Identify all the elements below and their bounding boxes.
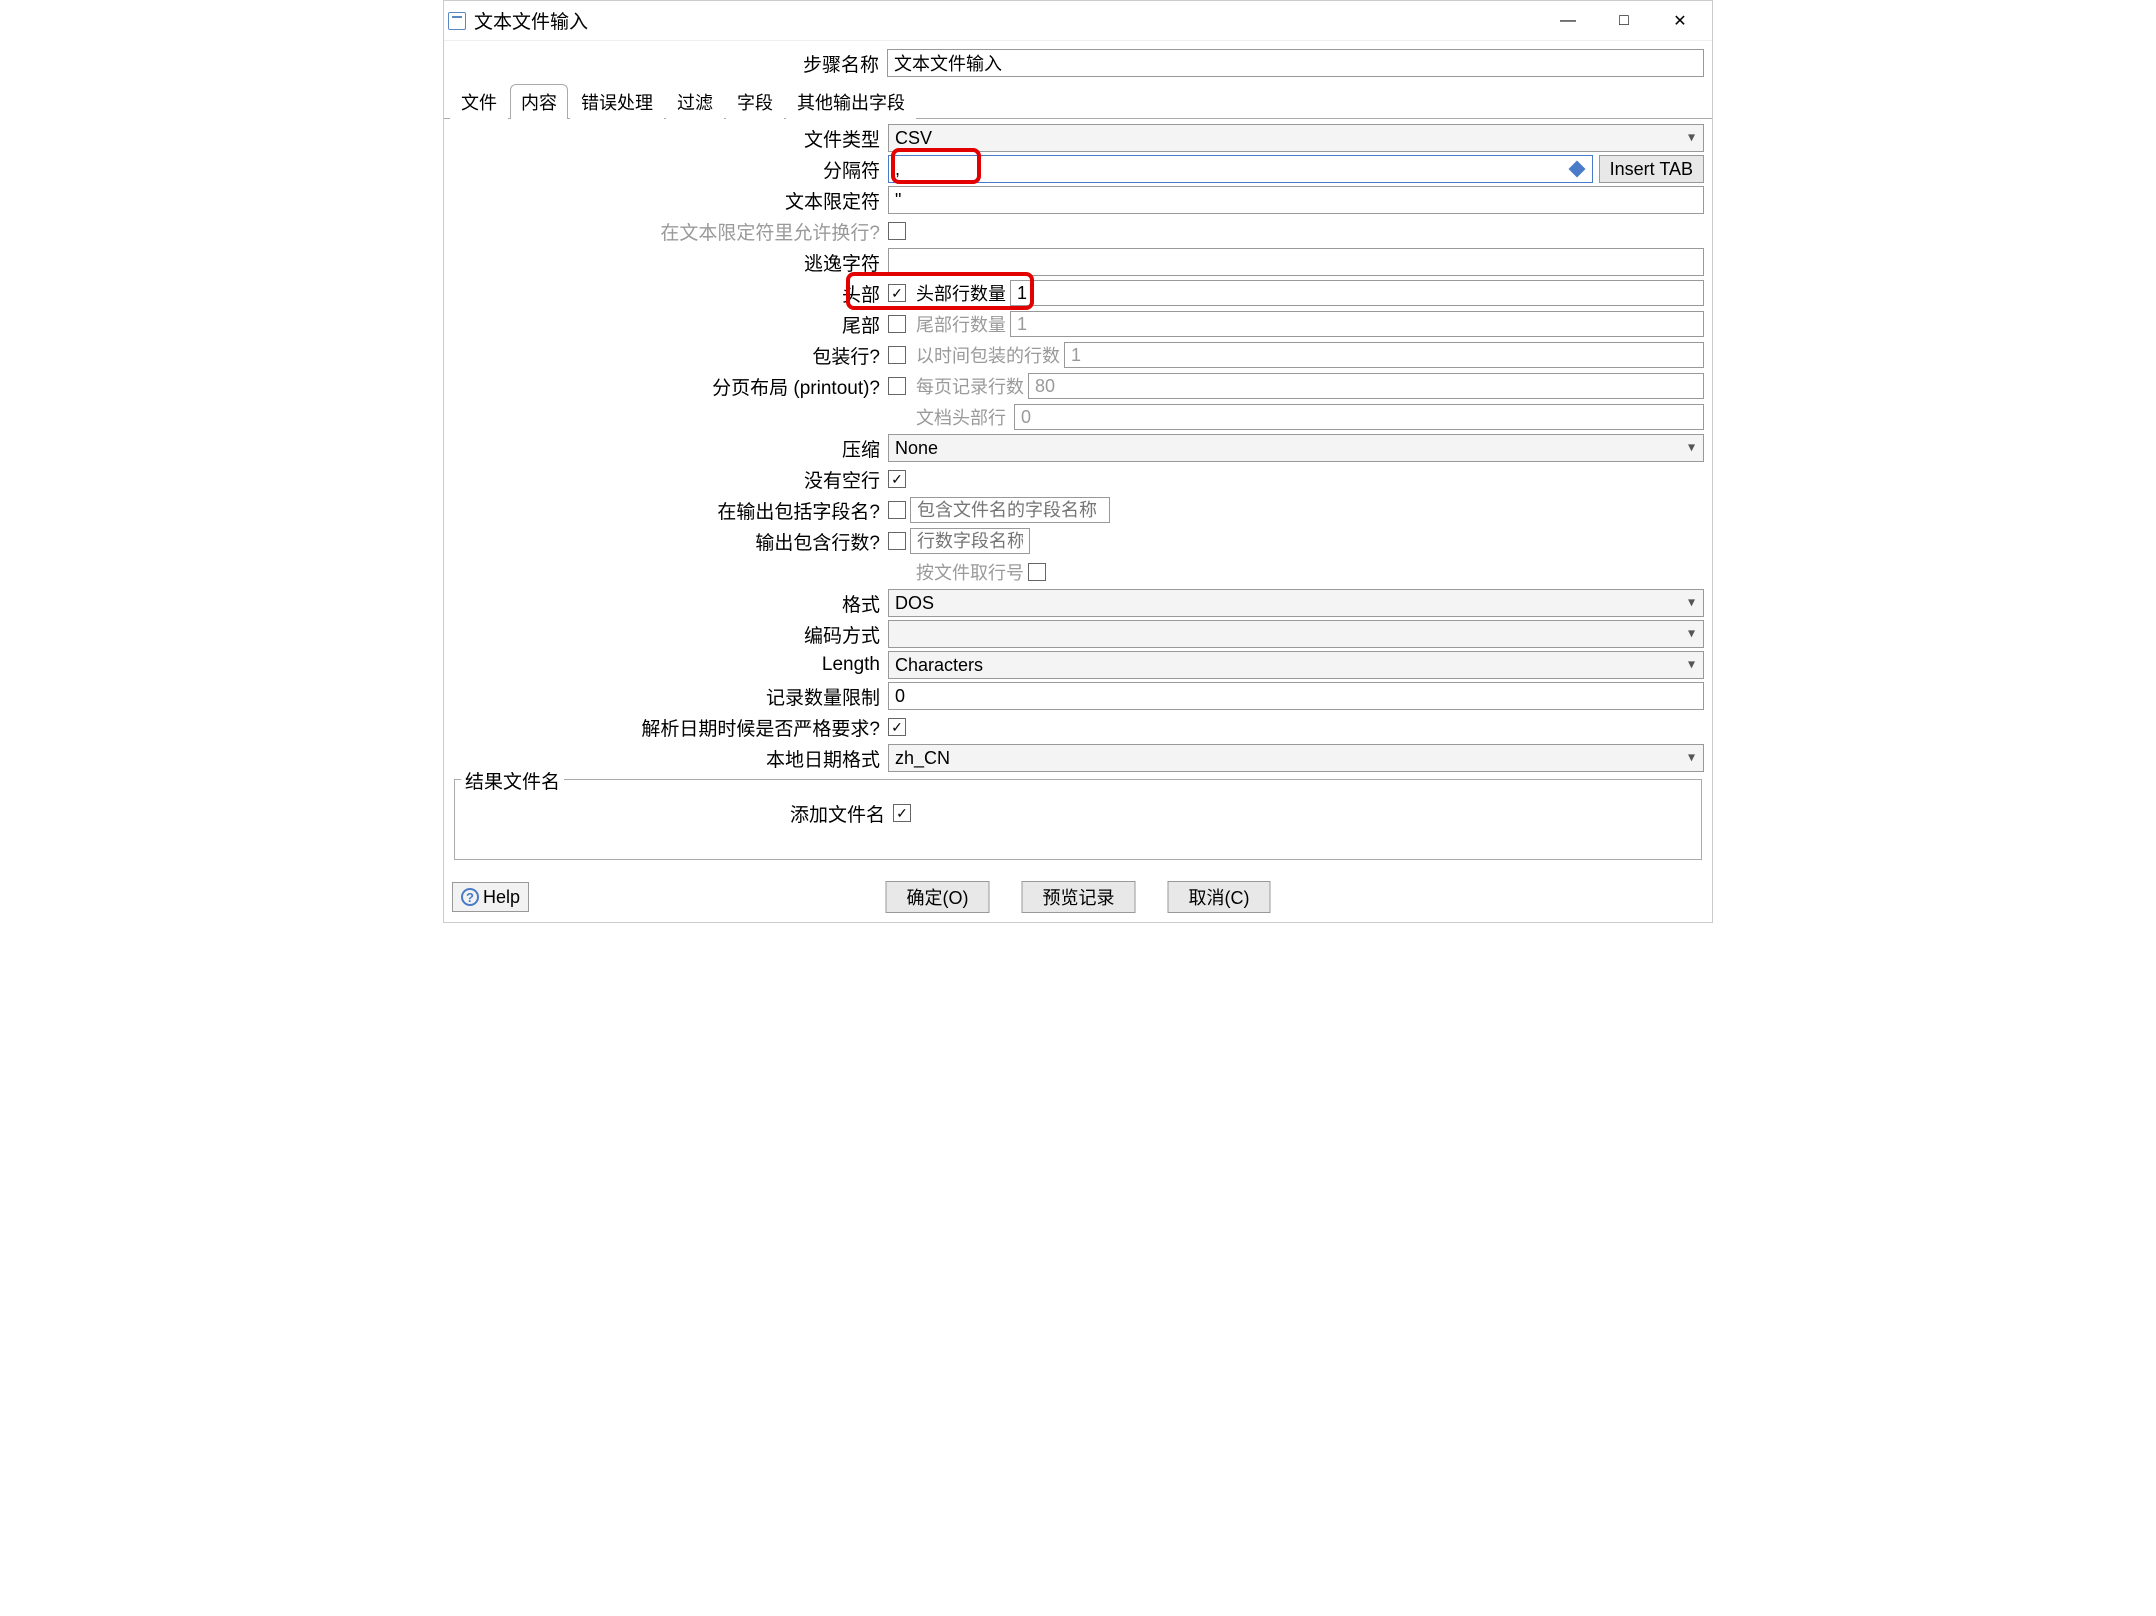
compress-label: 压缩 <box>452 435 888 462</box>
maximize-button[interactable]: □ <box>1596 3 1652 39</box>
header-label: 头部 <box>452 280 888 307</box>
noempty-label: 没有空行 <box>452 466 888 493</box>
step-name-input[interactable] <box>887 49 1704 77</box>
step-name-row: 步骤名称 <box>444 41 1712 83</box>
window-controls: — □ ✕ <box>1540 3 1708 39</box>
doc-header-input[interactable] <box>1014 404 1704 430</box>
strict-date-checkbox[interactable]: ✓ <box>888 718 906 736</box>
filetype-select[interactable]: CSV <box>888 124 1704 152</box>
separator-input[interactable] <box>888 155 1593 183</box>
header-count-input[interactable] <box>1010 280 1704 306</box>
insert-tab-button[interactable]: Insert TAB <box>1599 155 1704 183</box>
footer-count-input[interactable] <box>1010 311 1704 337</box>
encoding-select[interactable] <box>888 620 1704 648</box>
wrap-label: 包装行? <box>452 342 888 369</box>
footer-count-label: 尾部行数量 <box>910 311 1006 337</box>
tab-content[interactable]: 内容 <box>510 84 568 119</box>
separator-label: 分隔符 <box>452 156 888 183</box>
close-button[interactable]: ✕ <box>1652 3 1708 39</box>
locale-select[interactable]: zh_CN <box>888 744 1704 772</box>
wrap-count-input[interactable] <box>1064 342 1704 368</box>
format-select[interactable]: DOS <box>888 589 1704 617</box>
ok-button[interactable]: 确定(O) <box>886 881 990 913</box>
textqual-label: 文本限定符 <box>452 187 888 214</box>
format-label: 格式 <box>452 590 888 617</box>
printout-count-label: 每页记录行数 <box>910 373 1024 399</box>
limit-label: 记录数量限制 <box>452 683 888 710</box>
tab-filter[interactable]: 过滤 <box>666 84 724 119</box>
escape-label: 逃逸字符 <box>452 249 888 276</box>
cancel-button[interactable]: 取消(C) <box>1168 881 1271 913</box>
length-label: Length <box>452 654 888 676</box>
tab-file[interactable]: 文件 <box>450 84 508 119</box>
tab-other[interactable]: 其他输出字段 <box>786 84 916 119</box>
title-bar: 文本文件输入 — □ ✕ <box>444 1 1712 41</box>
header-count-label: 头部行数量 <box>910 280 1006 306</box>
result-filenames-group: 结果文件名 添加文件名 ✓ <box>454 779 1702 860</box>
printout-checkbox[interactable] <box>888 377 906 395</box>
header-checkbox[interactable]: ✓ <box>888 284 906 302</box>
inc-filename-checkbox[interactable] <box>888 501 906 519</box>
length-select[interactable]: Characters <box>888 651 1704 679</box>
tab-error[interactable]: 错误处理 <box>570 84 664 119</box>
wrap-count-label: 以时间包装的行数 <box>910 342 1060 368</box>
inc-rownum-fieldname-input[interactable] <box>910 528 1030 554</box>
tab-bar: 文件 内容 错误处理 过滤 字段 其他输出字段 <box>444 83 1712 119</box>
dialog-button-bar: ? Help 确定(O) 预览记录 取消(C) <box>444 866 1712 922</box>
inc-rownum-checkbox[interactable] <box>888 532 906 550</box>
app-icon <box>448 12 466 30</box>
allow-newline-checkbox[interactable] <box>888 222 906 240</box>
compress-select[interactable]: None <box>888 434 1704 462</box>
help-icon: ? <box>461 888 479 906</box>
help-button[interactable]: ? Help <box>452 882 529 912</box>
add-filename-label: 添加文件名 <box>463 800 893 827</box>
limit-input[interactable] <box>888 682 1704 710</box>
result-filenames-legend: 结果文件名 <box>461 767 564 794</box>
step-name-label: 步骤名称 <box>452 50 887 77</box>
dialog-window: 文本文件输入 — □ ✕ 步骤名称 文件 内容 错误处理 过滤 字段 其他输出字… <box>443 0 1713 923</box>
inc-rownum-label: 输出包含行数? <box>452 528 888 555</box>
textqual-input[interactable] <box>888 186 1704 214</box>
filetype-label: 文件类型 <box>452 125 888 152</box>
printout-count-input[interactable] <box>1028 373 1704 399</box>
rownum-byfile-checkbox[interactable] <box>1028 563 1046 581</box>
wrap-checkbox[interactable] <box>888 346 906 364</box>
add-filename-checkbox[interactable]: ✓ <box>893 804 911 822</box>
printout-label: 分页布局 (printout)? <box>452 373 888 400</box>
inc-filename-fieldname-input[interactable] <box>910 497 1110 523</box>
strict-date-label: 解析日期时候是否严格要求? <box>452 714 888 741</box>
footer-label: 尾部 <box>452 311 888 338</box>
inc-filename-label: 在输出包括字段名? <box>452 497 888 524</box>
tab-fields[interactable]: 字段 <box>726 84 784 119</box>
window-title: 文本文件输入 <box>474 7 1540 34</box>
minimize-button[interactable]: — <box>1540 3 1596 39</box>
rownum-byfile-label: 按文件取行号 <box>910 559 1024 585</box>
preview-button[interactable]: 预览记录 <box>1022 881 1136 913</box>
content-tab-panel: 文件类型 CSV 分隔符 Insert TAB 文本限定符 在文本限定符里允许换… <box>444 119 1712 866</box>
escape-input[interactable] <box>888 248 1704 276</box>
encoding-label: 编码方式 <box>452 621 888 648</box>
footer-checkbox[interactable] <box>888 315 906 333</box>
doc-header-label: 文档头部行 <box>910 404 1010 430</box>
allow-newline-label: 在文本限定符里允许换行? <box>452 218 888 245</box>
noempty-checkbox[interactable]: ✓ <box>888 470 906 488</box>
